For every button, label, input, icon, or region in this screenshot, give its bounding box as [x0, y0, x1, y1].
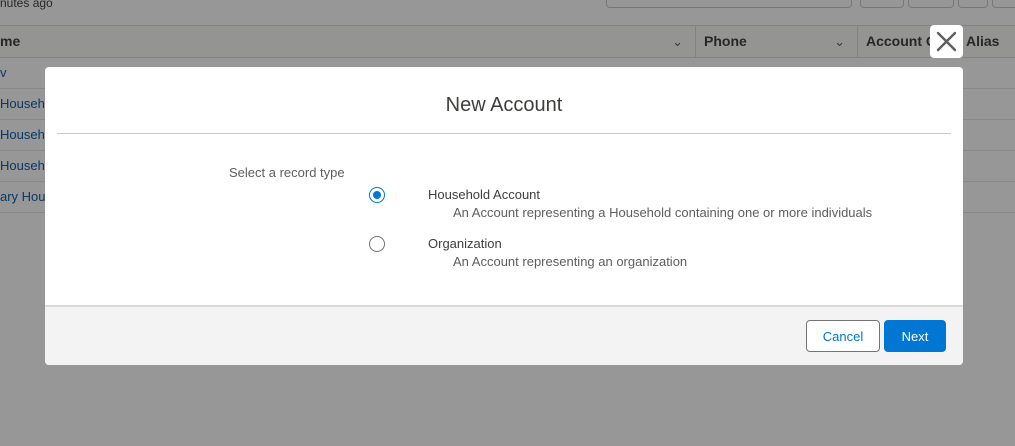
new-account-modal: New Account Select a record type Househo… — [45, 67, 963, 365]
option-label-household: Household Account — [428, 187, 541, 202]
radio-button-organization[interactable] — [369, 236, 385, 252]
modal-title: New Account — [445, 94, 563, 116]
option-label-organization: Organization — [428, 236, 502, 251]
cancel-button[interactable]: Cancel — [806, 320, 880, 352]
record-type-option-household[interactable]: Household Account An Account representin… — [369, 186, 889, 226]
close-icon — [936, 31, 957, 52]
modal-close-button[interactable] — [930, 25, 963, 58]
radio-button-household[interactable] — [369, 187, 385, 203]
record-type-option-organization[interactable]: Organization An Account representing an … — [369, 235, 769, 275]
option-description-organization: An Account representing an organization — [453, 254, 688, 269]
next-button[interactable]: Next — [884, 320, 946, 352]
record-type-label: Select a record type — [229, 165, 345, 180]
modal-footer: Cancel Next — [45, 305, 963, 365]
option-description-household: An Account representing a Household cont… — [453, 205, 873, 220]
modal-header-divider — [57, 133, 951, 134]
